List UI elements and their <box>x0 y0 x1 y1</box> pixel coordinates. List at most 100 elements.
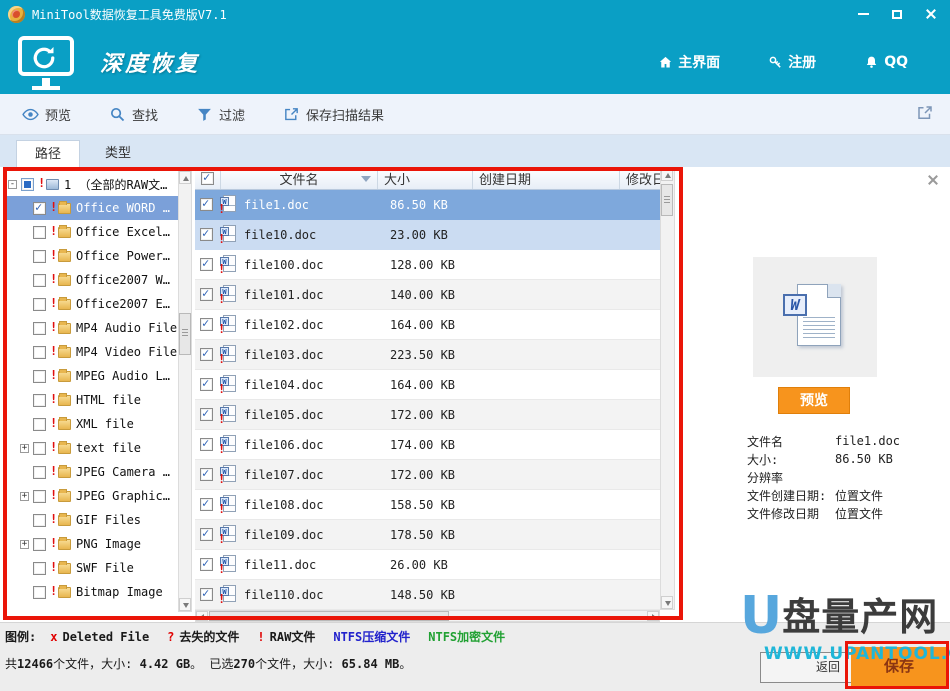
tree-item[interactable]: ! JPEG Camera … <box>6 460 178 484</box>
tree-checkbox[interactable] <box>33 418 46 431</box>
scroll-up-icon[interactable] <box>179 171 191 184</box>
table-row[interactable]: W! file106.doc 174.00 KB <box>195 430 660 460</box>
row-checkbox[interactable] <box>200 588 213 601</box>
row-checkbox[interactable] <box>200 498 213 511</box>
minimize-button[interactable] <box>854 6 872 22</box>
nav-home[interactable]: 主界面 <box>658 52 720 72</box>
table-row[interactable]: W! file104.doc 164.00 KB <box>195 370 660 400</box>
tree-item[interactable]: - ! 1 （全部的RAW文… <box>6 172 178 196</box>
row-checkbox[interactable] <box>200 558 213 571</box>
table-row[interactable]: W! file107.doc 172.00 KB <box>195 460 660 490</box>
tree-item[interactable]: ! Office WORD … <box>6 196 178 220</box>
tree-checkbox[interactable] <box>33 586 46 599</box>
tree-item[interactable]: ! SWF File <box>6 556 178 580</box>
table-row[interactable]: W! file110.doc 148.50 KB <box>195 580 660 610</box>
table-scrollbar-thumb[interactable] <box>661 184 673 216</box>
tree-item[interactable]: ! Office Excel… <box>6 220 178 244</box>
row-checkbox[interactable] <box>200 288 213 301</box>
row-checkbox[interactable] <box>200 348 213 361</box>
row-checkbox[interactable] <box>200 198 213 211</box>
tree-item[interactable]: ! XML file <box>6 412 178 436</box>
table-row[interactable]: W! file101.doc 140.00 KB <box>195 280 660 310</box>
scroll-down-icon[interactable] <box>179 598 191 611</box>
table-row[interactable]: W! file11.doc 26.00 KB <box>195 550 660 580</box>
row-checkbox[interactable] <box>200 318 213 331</box>
nav-qq[interactable]: QQ <box>864 52 908 72</box>
panel-close-icon[interactable] <box>926 173 940 187</box>
tree-checkbox[interactable] <box>33 466 46 479</box>
tree-item[interactable]: ! Office2007 W… <box>6 268 178 292</box>
tree-checkbox[interactable] <box>33 514 46 527</box>
tree-expander-icon[interactable]: + <box>20 444 29 453</box>
tree-item[interactable]: ! Office Power… <box>6 244 178 268</box>
tree-checkbox[interactable] <box>33 298 46 311</box>
tree-checkbox[interactable] <box>33 394 46 407</box>
table-row[interactable]: W! file105.doc 172.00 KB <box>195 400 660 430</box>
row-checkbox[interactable] <box>200 528 213 541</box>
scroll-right-icon[interactable] <box>647 611 659 621</box>
tree-item[interactable]: ! MP4 Video File <box>6 340 178 364</box>
scroll-up-icon[interactable] <box>661 168 673 181</box>
row-checkbox[interactable] <box>200 378 213 391</box>
tree-expander-icon[interactable]: - <box>8 180 17 189</box>
tree-item[interactable]: ! GIF Files <box>6 508 178 532</box>
select-all-checkbox[interactable] <box>201 172 214 185</box>
filter-toolbar-button[interactable]: 过滤 <box>196 105 245 124</box>
tree-checkbox[interactable] <box>33 274 46 287</box>
maximize-button[interactable] <box>888 6 906 22</box>
tree-item[interactable]: + ! PNG Image <box>6 532 178 556</box>
scroll-left-icon[interactable] <box>196 611 208 621</box>
tree-checkbox[interactable] <box>33 370 46 383</box>
tree-expander-icon[interactable]: + <box>20 492 29 501</box>
tree-scrollbar-thumb[interactable] <box>179 313 191 355</box>
table-row[interactable]: W! file10.doc 23.00 KB <box>195 220 660 250</box>
row-checkbox[interactable] <box>200 258 213 271</box>
row-checkbox[interactable] <box>200 468 213 481</box>
tree-checkbox[interactable] <box>21 178 34 191</box>
column-modified[interactable]: 修改日期 <box>620 167 660 189</box>
table-row[interactable]: W! file1.doc 86.50 KB <box>195 190 660 220</box>
tree-checkbox[interactable] <box>33 322 46 335</box>
tree-item[interactable]: + ! JPEG Graphic… <box>6 484 178 508</box>
nav-register[interactable]: 注册 <box>768 52 816 72</box>
tree-item[interactable]: ! HTML file <box>6 388 178 412</box>
table-vertical-scrollbar[interactable] <box>660 167 675 610</box>
find-toolbar-button[interactable]: 查找 <box>109 105 158 124</box>
tree-item[interactable]: ! MPEG Audio L… <box>6 364 178 388</box>
row-checkbox[interactable] <box>200 228 213 241</box>
column-size[interactable]: 大小 <box>378 167 473 189</box>
tree-checkbox[interactable] <box>33 538 46 551</box>
row-checkbox[interactable] <box>200 438 213 451</box>
column-created[interactable]: 创建日期 <box>473 167 620 189</box>
export-corner-button[interactable] <box>916 104 934 126</box>
tree-checkbox[interactable] <box>33 490 46 503</box>
tree-checkbox[interactable] <box>33 562 46 575</box>
tree-item[interactable]: ! Office2007 E… <box>6 292 178 316</box>
column-filename[interactable]: 文件名 <box>221 167 378 189</box>
tree-checkbox[interactable] <box>33 442 46 455</box>
tab-path[interactable]: 路径 <box>16 140 80 167</box>
tree-checkbox[interactable] <box>33 250 46 263</box>
save-button[interactable]: 保存 <box>851 647 947 686</box>
table-row[interactable]: W! file102.doc 164.00 KB <box>195 310 660 340</box>
table-horizontal-scrollbar[interactable] <box>195 610 660 622</box>
tree-item[interactable]: + ! text file <box>6 436 178 460</box>
tree-expander-icon[interactable]: + <box>20 540 29 549</box>
tree-checkbox[interactable] <box>33 226 46 239</box>
save-scan-result-button[interactable]: 保存扫描结果 <box>283 105 384 124</box>
tree-checkbox[interactable] <box>33 202 46 215</box>
tree-item[interactable]: ! Bitmap Image <box>6 580 178 604</box>
tree-scrollbar[interactable] <box>178 170 192 612</box>
tree-checkbox[interactable] <box>33 346 46 359</box>
row-checkbox[interactable] <box>200 408 213 421</box>
preview-button[interactable]: 预览 <box>778 387 850 414</box>
table-row[interactable]: W! file109.doc 178.50 KB <box>195 520 660 550</box>
tab-type[interactable]: 类型 <box>86 140 150 167</box>
scroll-down-icon[interactable] <box>661 596 673 609</box>
tree-item[interactable]: ! MP4 Audio File <box>6 316 178 340</box>
table-row[interactable]: W! file103.doc 223.50 KB <box>195 340 660 370</box>
close-button[interactable] <box>922 6 940 22</box>
preview-toolbar-button[interactable]: 预览 <box>22 105 71 124</box>
table-row[interactable]: W! file108.doc 158.50 KB <box>195 490 660 520</box>
table-hscrollbar-thumb[interactable] <box>209 611 449 621</box>
